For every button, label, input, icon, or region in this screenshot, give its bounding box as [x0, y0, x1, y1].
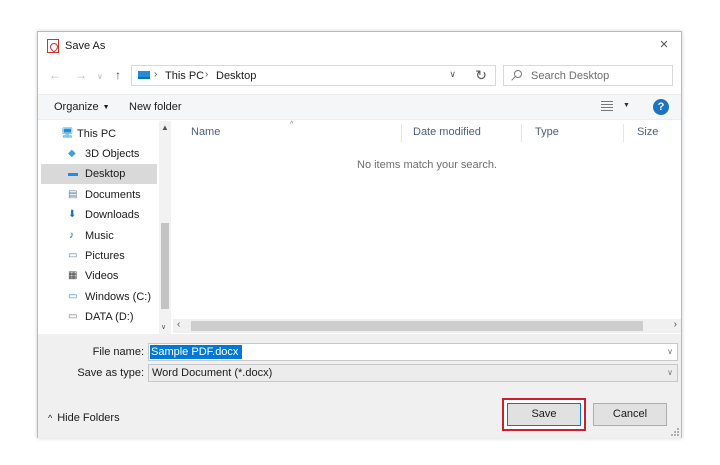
sidebar-item-label: Documents — [85, 189, 141, 201]
file-name-combobox[interactable]: ∨ — [148, 343, 678, 361]
view-dropdown-icon[interactable]: ▼ — [623, 102, 630, 109]
sidebar-scrollbar[interactable]: ▲ ∨ — [159, 121, 171, 334]
sidebar-item-this-pc[interactable]: 🖥 This PC — [41, 124, 157, 144]
scroll-thumb[interactable] — [161, 223, 169, 309]
sidebar-item-label: Pictures — [85, 250, 125, 262]
save-button[interactable]: Save — [507, 403, 581, 426]
scroll-left-icon[interactable]: ‹ — [177, 319, 180, 330]
sidebar-item-3d-objects[interactable]: ◆ 3D Objects — [41, 144, 157, 164]
column-divider[interactable] — [521, 124, 522, 142]
help-icon[interactable]: ? — [653, 99, 669, 115]
title-bar: Save As × — [38, 32, 681, 60]
forward-button[interactable]: → — [75, 66, 87, 84]
sidebar-item-label: DATA (D:) — [85, 311, 134, 323]
file-name-input[interactable] — [150, 345, 242, 359]
pdf-app-icon — [47, 39, 59, 53]
sidebar-item-label: Windows (C:) — [85, 291, 152, 303]
sidebar-item-downloads[interactable]: ⬇ Downloads — [41, 205, 157, 225]
pictures-icon: ▭ — [68, 250, 78, 261]
breadcrumb-separator[interactable]: › — [154, 69, 157, 80]
window-title: Save As — [65, 40, 106, 52]
file-list[interactable]: ^ Name Date modified Type Size No items … — [173, 121, 681, 321]
empty-state-message: No items match your search. — [357, 159, 497, 171]
close-button[interactable]: × — [656, 36, 672, 54]
recent-locations-button[interactable]: ∨ — [97, 68, 103, 86]
dialog-footer: ^ Hide Folders Save Cancel — [38, 396, 681, 438]
chevron-down-icon[interactable]: ∨ — [667, 347, 673, 356]
breadcrumb-separator[interactable]: › — [205, 69, 208, 80]
sidebar-item-data-d[interactable]: ▭ DATA (D:) — [41, 307, 157, 327]
sidebar-item-pictures[interactable]: ▭ Pictures — [41, 246, 157, 266]
column-divider[interactable] — [623, 124, 624, 142]
file-name-label: File name: — [92, 346, 144, 358]
view-options-icon[interactable] — [601, 101, 613, 112]
save-as-type-label: Save as type: — [77, 367, 144, 379]
sidebar-item-videos[interactable]: ▦ Videos — [41, 266, 157, 286]
sidebar-item-label: Videos — [85, 270, 119, 282]
sidebar-item-label: Downloads — [85, 209, 140, 221]
sidebar-item-documents[interactable]: ▤ Documents — [41, 185, 157, 205]
navigation-bar: ← → ∨ ↑ › This PC › Desktop ∨ ↻ — [38, 62, 681, 90]
up-button[interactable]: ↑ — [115, 66, 121, 84]
sort-arrow-icon: ^ — [290, 121, 294, 128]
address-bar[interactable]: › This PC › Desktop ∨ ↻ — [131, 65, 496, 86]
search-icon — [514, 70, 522, 78]
back-button[interactable]: ← — [49, 66, 61, 84]
column-header-type[interactable]: Type — [535, 126, 559, 138]
resize-grip-icon[interactable] — [671, 428, 679, 436]
sidebar-item-label: Music — [85, 230, 114, 242]
sidebar-item-windows-c[interactable]: ▭ Windows (C:) — [41, 287, 157, 307]
cancel-button[interactable]: Cancel — [593, 403, 667, 426]
navigation-pane: 🖥 This PC ◆ 3D Objects ▬ Desktop ▤ Docum… — [38, 121, 172, 334]
cube-icon: ◆ — [68, 148, 76, 159]
search-box[interactable] — [503, 65, 673, 86]
command-toolbar: Organize ▼ New folder ▼ ? — [38, 94, 681, 120]
sidebar-item-label: This PC — [77, 128, 117, 140]
breadcrumb-desktop[interactable]: Desktop — [216, 70, 256, 82]
column-header-size[interactable]: Size — [637, 126, 658, 138]
save-as-type-select[interactable]: Word Document (*.docx) ∨ — [148, 364, 678, 382]
save-as-dialog: Save As × ← → ∨ ↑ › This PC › Desktop ∨ … — [37, 31, 682, 438]
drive-icon: ▭ — [68, 311, 78, 322]
organize-button[interactable]: Organize ▼ — [54, 101, 110, 113]
column-divider[interactable] — [401, 124, 402, 142]
sidebar-item-label: 3D Objects — [85, 148, 140, 160]
caret-down-icon: ▼ — [102, 104, 110, 111]
column-header-date-modified[interactable]: Date modified — [413, 126, 481, 138]
sidebar-item-music[interactable]: ♪ Music — [41, 226, 157, 246]
hide-folders-label: Hide Folders — [57, 412, 120, 424]
hide-folders-button[interactable]: ^ Hide Folders — [48, 412, 120, 424]
scroll-up-icon[interactable]: ▲ — [161, 123, 169, 132]
video-icon: ▦ — [68, 270, 78, 281]
scroll-thumb[interactable] — [191, 321, 643, 331]
save-form: File name: ∨ Save as type: Word Document… — [38, 334, 681, 396]
scroll-right-icon[interactable]: › — [674, 319, 677, 330]
desktop-icon: ▬ — [68, 168, 78, 179]
save-as-type-value: Word Document (*.docx) — [152, 367, 273, 379]
search-input[interactable] — [531, 68, 669, 83]
sidebar-item-label: Desktop — [85, 168, 126, 180]
pc-icon: 🖥 — [61, 128, 74, 139]
pc-icon — [138, 71, 150, 79]
organize-label: Organize — [54, 101, 99, 113]
breadcrumb-this-pc[interactable]: This PC — [165, 70, 204, 82]
download-icon: ⬇ — [68, 209, 77, 220]
music-icon: ♪ — [69, 230, 74, 241]
sidebar-item-desktop[interactable]: ▬ Desktop — [41, 164, 157, 184]
chevron-up-icon: ^ — [48, 413, 53, 423]
drive-icon: ▭ — [68, 291, 78, 302]
horizontal-scrollbar[interactable]: ‹ › — [173, 319, 681, 333]
new-folder-button[interactable]: New folder — [129, 101, 182, 113]
scroll-down-icon[interactable]: ∨ — [161, 323, 166, 331]
refresh-button[interactable]: ↻ — [475, 67, 487, 84]
chevron-down-icon[interactable]: ∨ — [667, 368, 673, 377]
document-icon: ▤ — [68, 189, 78, 200]
column-header-name[interactable]: Name — [191, 126, 220, 138]
address-dropdown-icon[interactable]: ∨ — [449, 69, 456, 80]
